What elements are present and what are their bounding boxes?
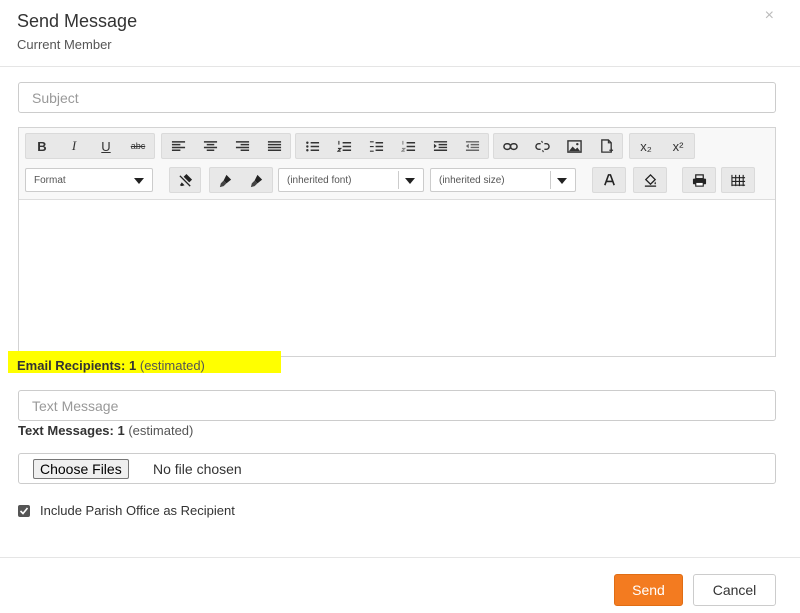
alignment-group	[161, 133, 291, 159]
font-size-value: (inherited size)	[439, 174, 505, 186]
checkmark-icon	[19, 506, 29, 515]
eraser-icon	[178, 173, 192, 187]
superscript-button[interactable]: x²	[662, 134, 694, 158]
email-recipients-suffix: (estimated)	[139, 358, 205, 373]
modal-subtitle: Current Member	[17, 37, 112, 52]
include-parish-row: Include Parish Office as Recipient	[18, 503, 235, 518]
subject-input[interactable]	[18, 82, 776, 113]
bg-color-group	[633, 167, 667, 193]
subscript-button[interactable]: x₂	[630, 134, 662, 158]
insert-group	[493, 133, 623, 159]
text-messages-count: 1	[117, 423, 125, 438]
font-family-select[interactable]: (inherited font)	[278, 168, 424, 192]
indent-button[interactable]	[424, 134, 456, 158]
numbered-list-alt-icon	[400, 140, 415, 152]
link-button[interactable]	[494, 134, 526, 158]
include-parish-checkbox[interactable]	[18, 504, 30, 517]
outdent-button[interactable]	[456, 134, 488, 158]
link-icon	[502, 142, 518, 150]
align-right-button[interactable]	[226, 134, 258, 158]
chevron-down-icon	[134, 178, 144, 184]
indent-icon	[433, 140, 447, 151]
select-separator	[550, 171, 551, 189]
format-select-value: Format	[34, 174, 66, 186]
chevron-down-icon	[405, 178, 415, 184]
list-outdent-icon	[369, 140, 383, 152]
table-group	[721, 167, 755, 193]
send-button[interactable]: Send	[614, 574, 683, 606]
print-icon	[692, 173, 706, 187]
file-input: Choose Files No file chosen	[18, 453, 776, 484]
align-right-icon	[235, 140, 249, 151]
chevron-down-icon	[557, 178, 567, 184]
brush-icon	[219, 174, 232, 187]
font-color-group	[592, 167, 626, 193]
modal-header: Send Message Current Member ×	[0, 0, 800, 67]
numbered-list-alt-button[interactable]	[392, 134, 424, 158]
unlink-icon	[534, 140, 550, 152]
choose-files-button[interactable]: Choose Files	[33, 459, 129, 479]
align-center-icon	[203, 140, 217, 151]
format-select[interactable]: Format	[25, 168, 153, 192]
numbered-list-button[interactable]	[328, 134, 360, 158]
text-messages-suffix: (estimated)	[128, 423, 194, 438]
format-painter-button[interactable]	[210, 168, 241, 192]
bulleted-list-icon	[305, 141, 319, 151]
modal-title: Send Message	[17, 11, 138, 31]
clear-styles-button[interactable]	[241, 168, 272, 192]
text-style-group: B I U abc	[25, 133, 155, 159]
include-parish-label[interactable]: Include Parish Office as Recipient	[40, 503, 235, 518]
text-messages-estimate: Text Messages: 1 (estimated)	[18, 423, 193, 438]
align-center-button[interactable]	[194, 134, 226, 158]
print-button[interactable]	[683, 168, 715, 192]
font-color-button[interactable]	[593, 168, 625, 192]
brush-clear-icon	[250, 174, 263, 187]
insert-table-button[interactable]	[722, 168, 754, 192]
insert-file-button[interactable]	[590, 134, 622, 158]
script-group: x₂ x²	[629, 133, 695, 159]
align-justify-button[interactable]	[258, 134, 290, 158]
align-left-button[interactable]	[162, 134, 194, 158]
clean-format-button[interactable]	[170, 168, 200, 192]
list-group	[295, 133, 489, 159]
font-family-value: (inherited font)	[287, 174, 352, 186]
background-color-button[interactable]	[634, 168, 666, 192]
modal-footer: Send Cancel	[0, 557, 800, 613]
bulleted-list-button[interactable]	[296, 134, 328, 158]
file-status: No file chosen	[153, 461, 242, 477]
close-button[interactable]: ×	[765, 7, 774, 25]
select-separator	[398, 171, 399, 189]
style-tools-group	[209, 167, 273, 193]
paint-bucket-icon	[644, 173, 656, 187]
unlink-button[interactable]	[526, 134, 558, 158]
align-left-icon	[171, 140, 185, 151]
email-recipients-count: 1	[129, 358, 137, 373]
email-recipients-label: Email Recipients:	[17, 358, 126, 373]
numbered-list-icon	[336, 140, 351, 152]
decrease-list-indent-button[interactable]	[360, 134, 392, 158]
text-message-input[interactable]	[18, 390, 776, 421]
cancel-button[interactable]: Cancel	[693, 574, 776, 606]
font-size-select[interactable]: (inherited size)	[430, 168, 576, 192]
insert-image-button[interactable]	[558, 134, 590, 158]
editor-toolbar: B I U abc x₂ x² Format (inherited font) …	[19, 128, 775, 200]
align-justify-icon	[267, 140, 281, 151]
email-recipients-estimate: Email Recipients: 1 (estimated)	[8, 351, 281, 373]
file-icon	[600, 138, 613, 153]
font-color-icon	[603, 173, 615, 185]
underline-button[interactable]: U	[90, 134, 122, 158]
print-group	[682, 167, 716, 193]
editor-content-area[interactable]	[19, 200, 775, 356]
outdent-icon	[465, 140, 479, 151]
bold-button[interactable]: B	[26, 134, 58, 158]
clean-group	[169, 167, 201, 193]
text-messages-label: Text Messages:	[18, 423, 114, 438]
strikethrough-button[interactable]: abc	[122, 134, 154, 158]
table-icon	[730, 174, 745, 186]
rich-text-editor: B I U abc x₂ x² Format (inherited font) …	[18, 127, 776, 357]
italic-button[interactable]: I	[58, 134, 90, 158]
image-icon	[566, 139, 582, 153]
